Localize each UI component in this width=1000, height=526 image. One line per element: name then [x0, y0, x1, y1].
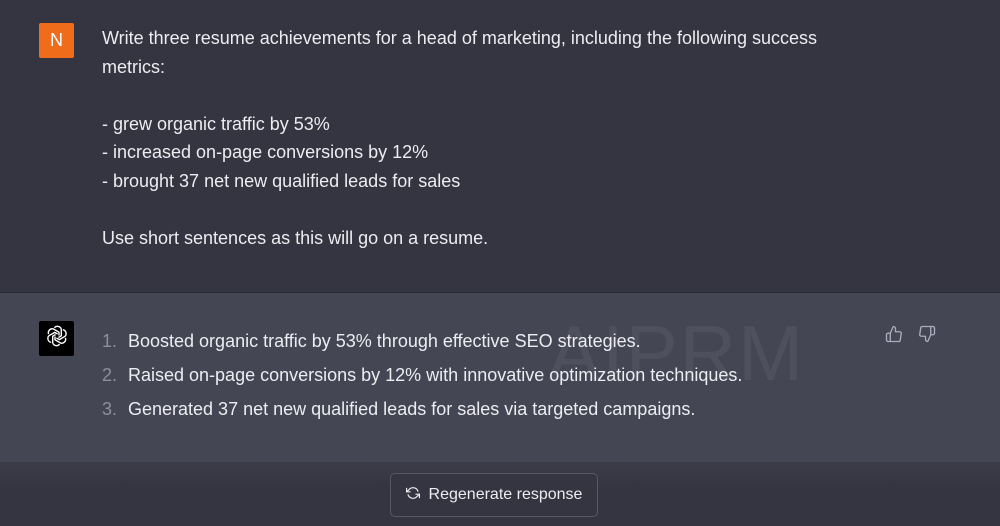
answer-item-text: Raised on-page conversions by 12% with i… — [128, 365, 743, 385]
user-message-line: - brought 37 net new qualified leads for… — [102, 170, 461, 191]
assistant-answer-list: 1. Boosted organic traffic by 53% throug… — [102, 324, 742, 426]
user-message-line: - grew organic traffic by 53% — [102, 113, 330, 134]
user-avatar: N — [39, 23, 74, 58]
refresh-icon — [405, 486, 420, 505]
answer-item-text: Boosted organic traffic by 53% through e… — [128, 331, 641, 351]
answer-item: 2. Raised on-page conversions by 12% wit… — [102, 358, 742, 392]
regenerate-response-label: Regenerate response — [428, 486, 583, 503]
user-message-text: Write three resume achievements for a he… — [102, 24, 882, 252]
user-message-block: N Write three resume achievements for a … — [0, 0, 1000, 293]
user-message-line: Use short sentences as this will go on a… — [102, 227, 489, 248]
openai-logo-icon — [45, 324, 69, 353]
thumbs-down-icon[interactable] — [917, 324, 937, 344]
user-avatar-initial: N — [50, 30, 63, 50]
answer-item-text: Generated 37 net new qualified leads for… — [128, 399, 696, 419]
regenerate-response-button[interactable]: Regenerate response — [390, 473, 598, 517]
answer-item-number: 1. — [102, 331, 118, 351]
answer-item: 3. Generated 37 net new qualified leads … — [102, 392, 742, 426]
assistant-avatar — [39, 321, 74, 356]
user-message-blank-line — [102, 81, 882, 110]
user-message-line: - increased on-page conversions by 12% — [102, 142, 429, 162]
answer-item-number: 3. — [102, 399, 118, 419]
answer-item-number: 2. — [102, 365, 118, 385]
chat-page: N Write three resume achievements for a … — [0, 0, 1000, 526]
answer-item: 1. Boosted organic traffic by 53% throug… — [102, 324, 742, 358]
user-message-line: metrics: — [102, 56, 165, 77]
user-message-blank-line — [102, 195, 882, 224]
user-message-line: Write three resume achievements for a he… — [102, 28, 818, 48]
thumbs-up-icon[interactable] — [884, 324, 904, 344]
